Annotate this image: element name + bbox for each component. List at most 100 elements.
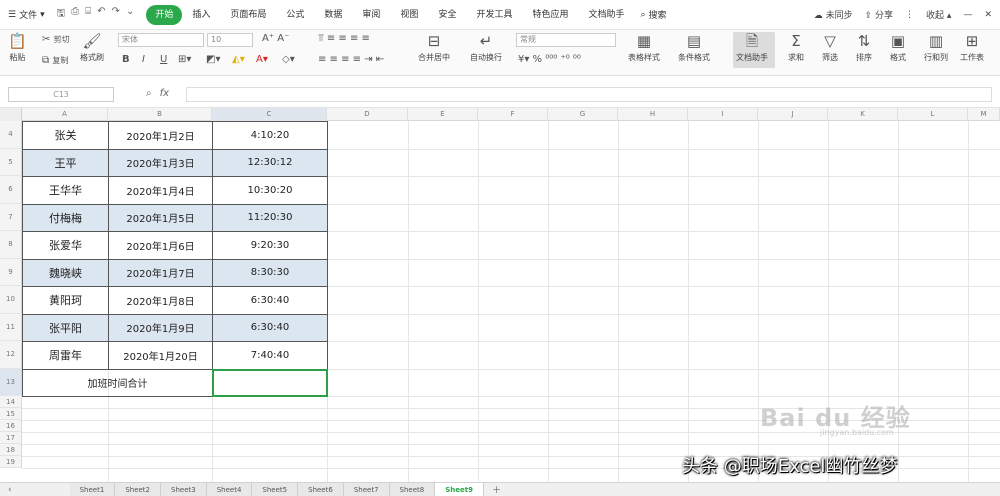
doc-assist-button[interactable]: 🗎 文档助手 [736, 32, 768, 63]
table-cell-name[interactable]: 张平阳 [22, 313, 109, 342]
grow-font-icon[interactable]: A⁺ A⁻ [262, 33, 289, 44]
table-cell-time[interactable]: 6:30:40 [212, 286, 328, 315]
table-cell-name[interactable]: 魏晓峡 [22, 258, 109, 287]
column-header-F[interactable]: F [478, 108, 548, 121]
highlight-icon[interactable]: ◭▾ [232, 54, 245, 65]
tab-1[interactable]: 插入 [182, 5, 220, 25]
tab-0[interactable]: 开始 [146, 4, 183, 25]
column-header-C[interactable]: C [212, 108, 327, 121]
table-cell-time[interactable]: 10:30:20 [212, 176, 328, 205]
table-cell-date[interactable]: 2020年1月7日 [108, 258, 213, 287]
tab-8[interactable]: 开发工具 [466, 5, 522, 25]
column-header-L[interactable]: L [898, 108, 968, 121]
sort-button[interactable]: ⇅ 排序 [856, 32, 872, 63]
row-header-14[interactable]: 14 [0, 396, 22, 408]
tab-7[interactable]: 安全 [428, 5, 466, 25]
rows-cols-button[interactable]: ▥ 行和列 [924, 32, 948, 63]
align-left-icon[interactable]: ≡ ≡ ≡ ≡ ⇥ ⇤ [318, 54, 384, 65]
table-cell-date[interactable]: 2020年1月2日 [108, 121, 213, 150]
scroll-left-icon[interactable]: ‹ [0, 485, 20, 495]
column-header-I[interactable]: I [688, 108, 758, 121]
row-header-5[interactable]: 5 [0, 148, 22, 176]
formula-input[interactable] [186, 87, 992, 102]
table-cell-date[interactable]: 2020年1月5日 [108, 203, 213, 232]
sheet-tab-sheet7[interactable]: Sheet7 [343, 482, 390, 496]
border-icon[interactable]: ⊞▾ [178, 54, 191, 65]
table-cell-date[interactable]: 2020年1月3日 [108, 148, 213, 177]
undo-icon[interactable]: ↶ [97, 6, 105, 23]
print-preview-icon[interactable]: ⌸ [85, 6, 91, 23]
active-cell[interactable] [212, 368, 328, 397]
copy-button[interactable]: ⧉ 复制 [42, 55, 68, 66]
table-cell-name[interactable]: 付梅梅 [22, 203, 109, 232]
close-icon[interactable]: ✕ [984, 10, 992, 20]
row-header-6[interactable]: 6 [0, 176, 22, 204]
row-header-9[interactable]: 9 [0, 258, 22, 286]
number-format-select[interactable]: 常规 [516, 33, 616, 47]
format-painter-button[interactable]: 🖌 格式刷 [80, 32, 104, 63]
sheet-tab-sheet3[interactable]: Sheet3 [161, 482, 207, 496]
bold-icon[interactable]: B [122, 54, 130, 65]
worksheet-button[interactable]: ⊞ 工作表 [960, 32, 984, 63]
sheet-tab-sheet8[interactable]: Sheet8 [389, 482, 436, 496]
align-top-icon[interactable]: ⫪ ≡ ≡ ≡ ≡ [318, 33, 370, 44]
table-cell-time[interactable]: 12:30:12 [212, 148, 328, 177]
column-header-D[interactable]: D [327, 108, 408, 121]
minimize-icon[interactable]: — [963, 10, 972, 20]
table-cell-time[interactable]: 4:10:20 [212, 121, 328, 150]
table-cell-time[interactable]: 6:30:40 [212, 313, 328, 342]
row-header-7[interactable]: 7 [0, 203, 22, 231]
underline-icon[interactable]: U [160, 54, 167, 65]
file-menu[interactable]: ☰ 文件 ▾ [8, 8, 45, 22]
sum-label-cell[interactable]: 加班时间合计 [22, 368, 213, 397]
format-button[interactable]: ▣ 格式 [890, 32, 906, 63]
sum-button[interactable]: Σ 求和 [788, 32, 804, 63]
column-header-A[interactable]: A [22, 108, 108, 121]
sheet-tab-sheet1[interactable]: Sheet1 [69, 482, 116, 496]
table-cell-date[interactable]: 2020年1月6日 [108, 231, 213, 260]
table-cell-date[interactable]: 2020年1月4日 [108, 176, 213, 205]
italic-icon[interactable]: I [142, 54, 145, 65]
tab-4[interactable]: 数据 [314, 5, 352, 25]
add-sheet-icon[interactable]: ＋ [484, 483, 509, 496]
redo-icon[interactable]: ↷ [112, 6, 120, 23]
row-header-4[interactable]: 4 [0, 121, 22, 149]
table-cell-date[interactable]: 2020年1月8日 [108, 286, 213, 315]
sheet-tab-sheet5[interactable]: Sheet5 [252, 482, 299, 496]
sync-status[interactable]: ☁ 未同步 [814, 8, 853, 21]
font-color-icon[interactable]: A▾ [256, 54, 268, 65]
sheet-tab-sheet9[interactable]: Sheet9 [435, 482, 484, 496]
table-cell-name[interactable]: 王华华 [22, 176, 109, 205]
clear-format-icon[interactable]: ◇▾ [282, 54, 295, 65]
row-header-12[interactable]: 12 [0, 341, 22, 369]
row-header-10[interactable]: 10 [0, 286, 22, 314]
row-header-8[interactable]: 8 [0, 231, 22, 259]
row-header-11[interactable]: 11 [0, 313, 22, 341]
zoom-icon[interactable]: ⌕ [146, 88, 152, 99]
table-cell-name[interactable]: 黄阳珂 [22, 286, 109, 315]
column-header-M[interactable]: M [968, 108, 1000, 121]
paste-button[interactable]: 📋 粘贴 [8, 32, 27, 63]
tab-9[interactable]: 特色应用 [522, 5, 578, 25]
filter-button[interactable]: ▽ 筛选 [822, 32, 838, 63]
row-header-13[interactable]: 13 [0, 368, 22, 396]
wrap-text-button[interactable]: ↵ 自动换行 [470, 32, 502, 63]
sheet-tab-sheet4[interactable]: Sheet4 [206, 482, 253, 496]
column-header-E[interactable]: E [408, 108, 478, 121]
name-box[interactable]: C13 [8, 87, 114, 102]
fx-icon[interactable]: fx [160, 88, 169, 99]
sheet-tab-sheet2[interactable]: Sheet2 [115, 482, 162, 496]
cut-button[interactable]: ✂ 剪切 [42, 34, 70, 45]
font-size-select[interactable]: 10 [207, 33, 253, 47]
customize-icon[interactable]: ⌄ [126, 6, 134, 23]
row-header-16[interactable]: 16 [0, 420, 22, 432]
row-header-17[interactable]: 17 [0, 432, 22, 444]
table-cell-time[interactable]: 9:20:30 [212, 231, 328, 260]
row-header-18[interactable]: 18 [0, 444, 22, 456]
conditional-format-button[interactable]: ▤ 条件格式 [678, 32, 710, 63]
table-cell-date[interactable]: 2020年1月20日 [108, 341, 213, 370]
table-cell-name[interactable]: 王平 [22, 148, 109, 177]
table-cell-time[interactable]: 8:30:30 [212, 258, 328, 287]
row-header-15[interactable]: 15 [0, 408, 22, 420]
font-name-select[interactable]: 宋体 [118, 33, 204, 47]
